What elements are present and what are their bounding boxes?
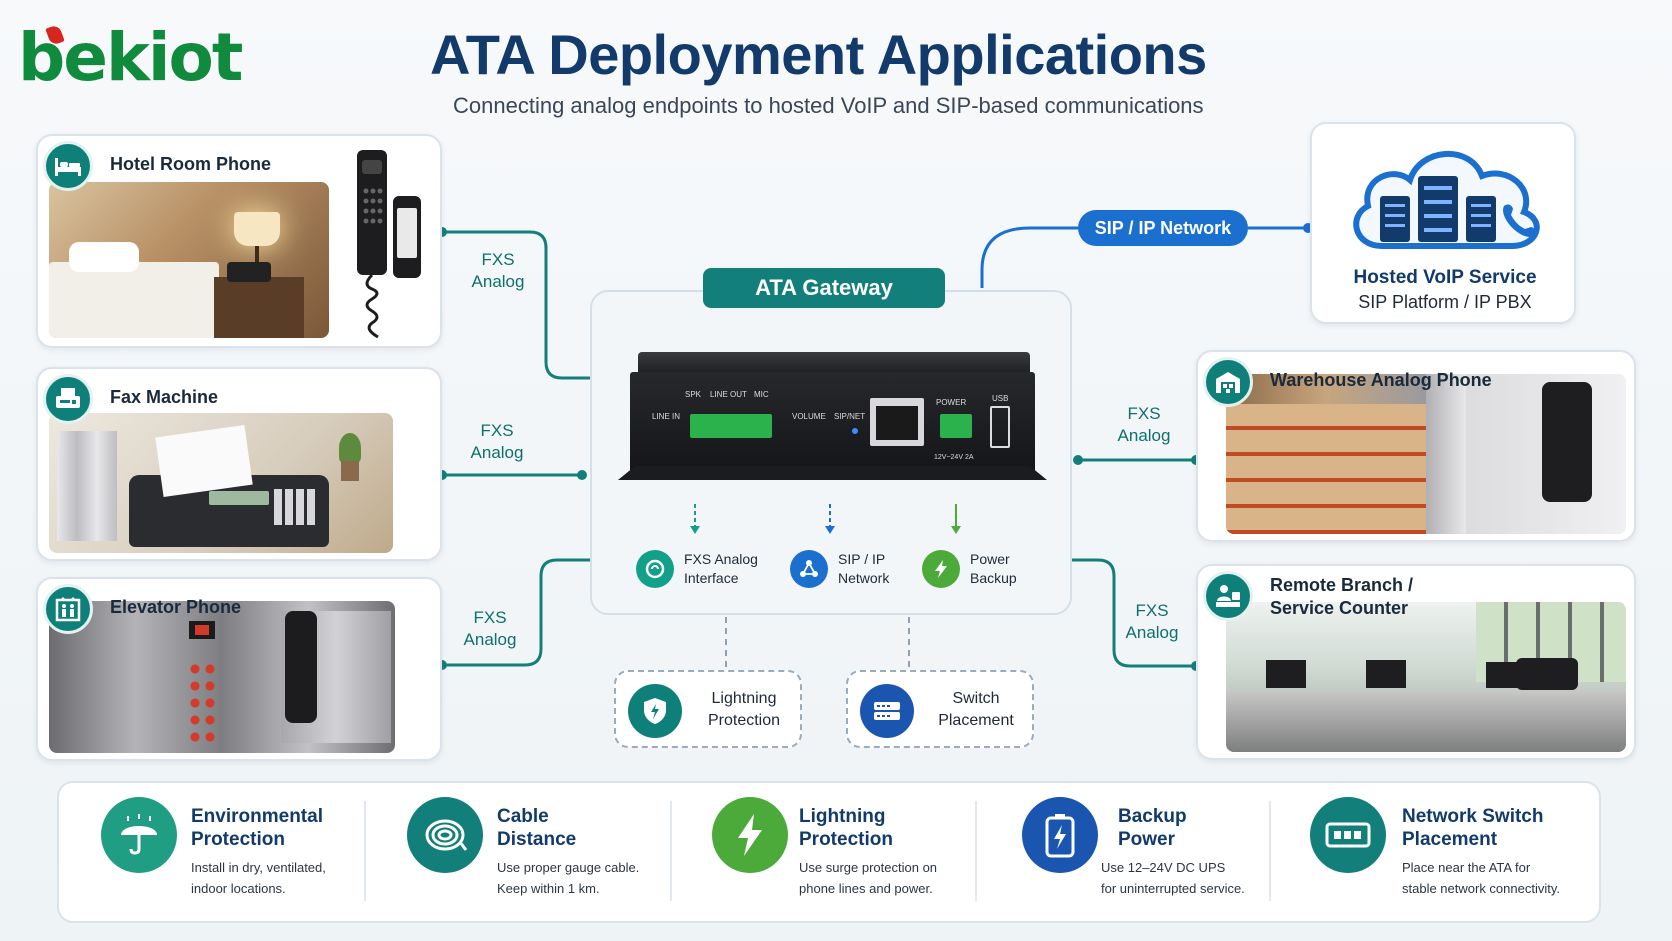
- tip-separator: [1269, 801, 1271, 901]
- hotel-phone-icon: [357, 150, 421, 339]
- counter-icon: [1203, 571, 1253, 621]
- card-remote-branch: Remote Branch / Service Counter: [1196, 564, 1636, 760]
- tip-separator: [975, 801, 977, 901]
- lightning-icon: [712, 797, 788, 873]
- usb-port: [990, 406, 1010, 448]
- label-volume: VOLUME: [792, 412, 826, 421]
- ata-device: LINE IN SPK LINE OUT MIC VOLUME SIP/NET …: [618, 350, 1047, 490]
- card-title-hotel: Hotel Room Phone: [110, 154, 271, 174]
- elevator-icon: [43, 584, 93, 634]
- label-power-rating: 12V~24V 2A: [934, 454, 974, 461]
- fxs-label-fax: FXS Analog: [470, 421, 524, 462]
- fxs-interface-icon: [636, 550, 674, 588]
- label-line-out: LINE OUT: [710, 390, 747, 399]
- feature-arrows: [690, 504, 961, 534]
- cable-icon: [407, 797, 483, 873]
- card-hotel-room-phone: Hotel Room Phone: [36, 134, 442, 348]
- sip-ip-network-badge: SIP / IP Network: [1078, 210, 1248, 246]
- warehouse-icon: [1203, 357, 1253, 407]
- label-usb: USB: [992, 394, 1009, 403]
- lightning-icon: [922, 550, 960, 588]
- bed-icon: [43, 141, 93, 191]
- option-switch-placement: Switch Placement: [846, 670, 1034, 748]
- network-icon: [790, 550, 828, 588]
- tip-separator: [670, 801, 672, 901]
- fxs-label-remote-branch: FXS Analog: [1125, 601, 1179, 642]
- label-spk: SPK: [685, 390, 702, 399]
- hotel-room-photo: [49, 182, 329, 338]
- cloud-server-icon: [1353, 150, 1540, 249]
- card-title-elevator: Elevator Phone: [110, 597, 242, 617]
- elevator-photo: [49, 601, 395, 753]
- warehouse-photo: [1226, 374, 1626, 534]
- fax-machine-photo: [49, 413, 393, 553]
- label-mic: MIC: [754, 390, 769, 399]
- card-title-remote-branch: Remote Branch / Service Counter: [1270, 575, 1414, 618]
- umbrella-icon: [101, 797, 177, 873]
- power-terminal: [940, 414, 972, 438]
- fxs-label-hotel: FXS Analog: [471, 250, 525, 291]
- fxs-label-warehouse: FXS Analog: [1117, 404, 1171, 445]
- switch-icon: [860, 684, 914, 738]
- label-sip-net: SIP/NET: [834, 412, 866, 421]
- card-title-fax: Fax Machine: [110, 387, 219, 407]
- card-hosted-voip: Hosted VoIP Service SIP Platform / IP PB…: [1310, 122, 1576, 324]
- fxs-label-elevator: FXS Analog: [463, 608, 517, 649]
- voip-title: Hosted VoIP Service: [1353, 267, 1537, 288]
- fax-icon: [43, 374, 93, 424]
- label-power: POWER: [936, 398, 967, 407]
- brand-logo: bekiot: [18, 18, 248, 98]
- option-lightning-protection: Lightning Protection: [614, 670, 802, 748]
- label-line-in: LINE IN: [652, 412, 681, 421]
- card-title-warehouse: Warehouse Analog Phone: [1270, 370, 1492, 390]
- battery-icon: [1022, 797, 1098, 873]
- card-elevator-phone: Elevator Phone: [36, 577, 442, 761]
- page-title: ATA Deployment Applications: [430, 23, 1207, 86]
- terminal-block: [690, 414, 772, 438]
- voip-subtitle: SIP Platform / IP PBX: [1358, 292, 1532, 312]
- tip-separator: [364, 801, 366, 901]
- switch-icon: [1310, 797, 1386, 873]
- card-warehouse-phone: Warehouse Analog Phone: [1196, 350, 1636, 542]
- shield-icon: [628, 684, 682, 738]
- service-counter-photo: [1226, 602, 1626, 752]
- gateway-badge: ATA Gateway: [703, 268, 945, 308]
- status-led: [852, 428, 858, 434]
- page-subtitle: Connecting analog endpoints to hosted Vo…: [453, 93, 1204, 118]
- card-fax-machine: Fax Machine: [36, 367, 442, 561]
